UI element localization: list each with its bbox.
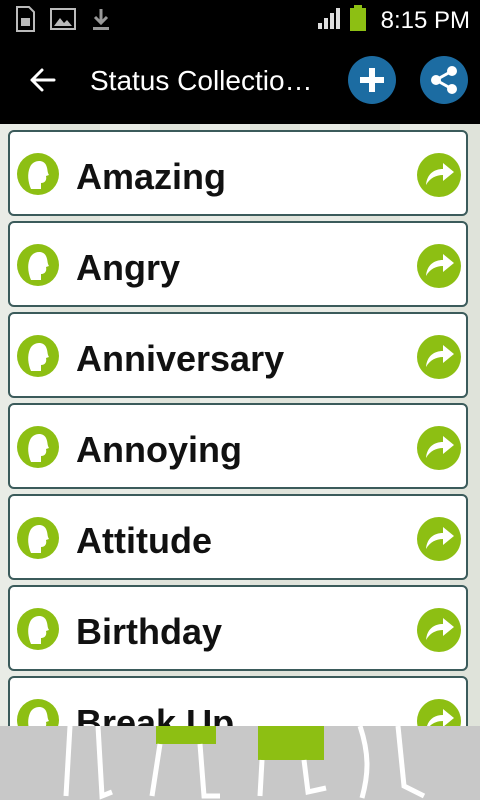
face-profile-icon [17,517,59,559]
list-item-label: Amazing [76,156,227,197]
page-title: Status Collectio… [90,65,313,96]
status-bar: 8:15 PM [0,0,480,38]
list-item[interactable]: Break Up [8,676,468,726]
list-item[interactable]: Birthday [8,585,468,671]
face-profile-icon [17,699,59,726]
image-icon [50,8,76,35]
face-profile-icon [17,335,59,377]
background-illustration [0,726,480,800]
list-item[interactable]: Amazing [8,130,468,216]
forward-arrow-icon [417,335,461,379]
forward-arrow-icon [417,244,461,288]
back-button[interactable] [24,62,60,98]
face-profile-icon [17,608,59,650]
battery-icon [349,4,367,37]
notification-icons [14,6,112,37]
clock: 8:15 PM [380,6,470,34]
face-profile-icon [17,426,59,468]
sim-card-icon [14,6,36,37]
forward-arrow-icon [417,153,461,197]
list-item-label: Angry [76,247,181,288]
list-item-label: Anniversary [76,338,285,379]
download-icon [90,7,112,36]
action-bar: Status Collectio… [0,38,480,124]
list-item[interactable]: Annoying [8,403,468,489]
forward-arrow-icon [417,608,461,652]
list-item-label: Attitude [76,520,212,561]
face-profile-icon [17,153,59,195]
share-button[interactable] [420,56,468,104]
list-item-label: Annoying [76,429,242,470]
list-item[interactable]: Anniversary [8,312,468,398]
plus-icon [360,68,384,92]
forward-arrow-icon [417,699,461,726]
share-icon [431,66,457,94]
signal-icon [317,6,343,35]
status-category-list: Amazing Angry Anniversary Annoying Attit… [0,124,480,726]
list-item[interactable]: Angry [8,221,468,307]
list-item[interactable]: Attitude [8,494,468,580]
forward-arrow-icon [417,517,461,561]
illustration-figures [63,726,426,800]
system-icons: 8:15 PM [317,4,470,37]
list-item-label: Break Up [76,702,235,726]
list-item-label: Birthday [76,611,223,652]
forward-arrow-icon [417,426,461,470]
add-button[interactable] [348,56,396,104]
face-profile-icon [17,244,59,286]
arrow-left-icon [30,68,56,92]
